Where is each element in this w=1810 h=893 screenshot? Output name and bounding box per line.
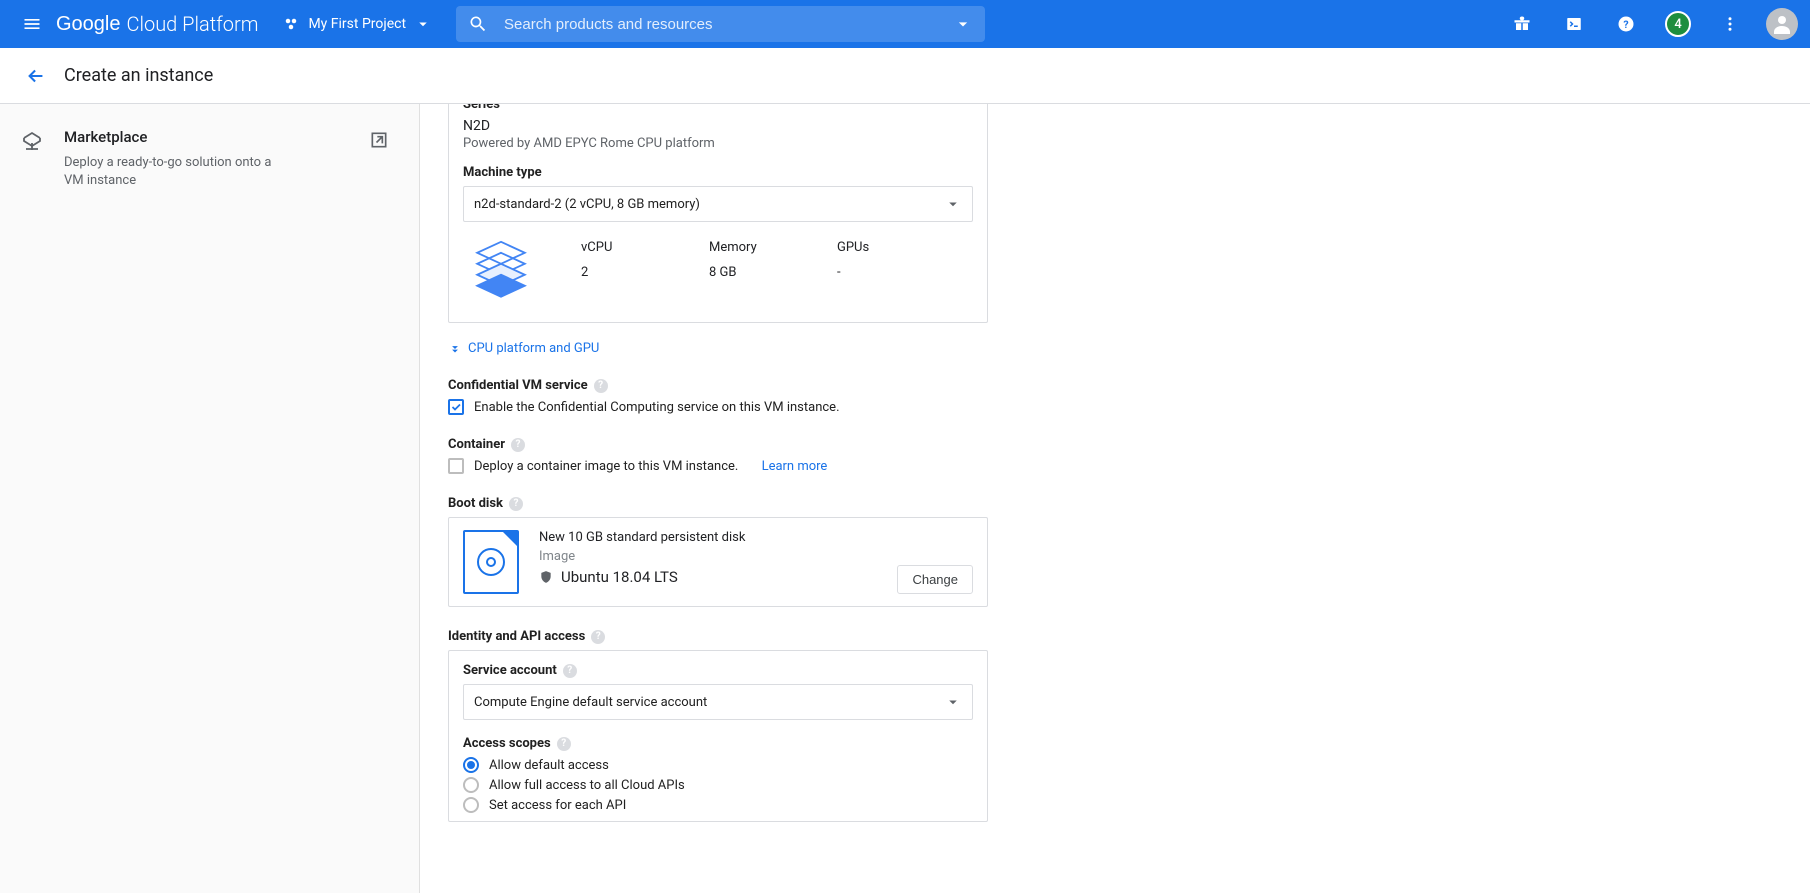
scope-full-radio[interactable] — [463, 777, 479, 793]
service-account-label: Service account ? — [463, 663, 973, 678]
series-value: N2D — [463, 118, 973, 134]
machine-type-value: n2d-standard-2 (2 vCPU, 8 GB memory) — [474, 197, 700, 212]
dropdown-arrow-icon — [414, 15, 432, 33]
nav-menu-icon[interactable] — [8, 0, 56, 48]
confidential-label: Confidential VM service ? — [448, 378, 988, 393]
left-panel: Marketplace Deploy a ready-to-go solutio… — [0, 104, 420, 893]
machine-config-box: Series N2D Powered by AMD EPYC Rome CPU … — [448, 104, 988, 323]
help-icon[interactable]: ? — [591, 630, 605, 644]
help-icon[interactable]: ? — [563, 664, 577, 678]
chevron-down-icon[interactable] — [953, 14, 973, 34]
help-icon[interactable]: ? — [509, 497, 523, 511]
gcp-logo[interactable]: Google Cloud Platform — [56, 12, 258, 36]
scope-default-radio[interactable] — [463, 757, 479, 773]
scope-default-label: Allow default access — [489, 758, 609, 773]
vcpu-header: vCPU — [581, 240, 661, 255]
gift-icon[interactable] — [1502, 0, 1542, 48]
container-check-label: Deploy a container image to this VM inst… — [474, 459, 738, 474]
search-bar[interactable] — [456, 6, 985, 42]
service-account-dropdown[interactable]: Compute Engine default service account — [463, 684, 973, 720]
boot-disk-icon — [463, 530, 519, 594]
service-account-value: Compute Engine default service account — [474, 695, 707, 710]
scope-each-label: Set access for each API — [489, 798, 626, 813]
help-icon[interactable]: ? — [557, 737, 571, 751]
marketplace-icon — [16, 128, 48, 154]
scope-full-label: Allow full access to all Cloud APIs — [489, 778, 685, 793]
boot-disk-box: New 10 GB standard persistent disk Image… — [448, 517, 988, 607]
identity-box: Service account ? Compute Engine default… — [448, 650, 988, 822]
open-external-icon[interactable] — [367, 128, 391, 152]
container-learn-more-link[interactable]: Learn more — [762, 459, 828, 474]
machine-type-dropdown[interactable]: n2d-standard-2 (2 vCPU, 8 GB memory) — [463, 186, 973, 222]
boot-image-label: Image — [539, 549, 877, 564]
help-icon[interactable]: ? — [1606, 0, 1646, 48]
cpu-platform-label: CPU platform and GPU — [468, 341, 599, 356]
boot-os-name: Ubuntu 18.04 LTS — [561, 568, 678, 586]
gpu-value: - — [837, 265, 917, 280]
boot-change-button[interactable]: Change — [897, 565, 973, 594]
top-bar: Google Cloud Platform My First Project ?… — [0, 0, 1810, 48]
project-name: My First Project — [308, 16, 406, 32]
series-sub: Powered by AMD EPYC Rome CPU platform — [463, 136, 973, 151]
notifications-badge[interactable]: 4 — [1658, 0, 1698, 48]
scope-each-radio[interactable] — [463, 797, 479, 813]
search-input[interactable] — [504, 16, 937, 33]
dropdown-arrow-icon — [944, 195, 962, 213]
marketplace-title[interactable]: Marketplace — [64, 128, 284, 146]
main-panel[interactable]: Series N2D Powered by AMD EPYC Rome CPU … — [420, 104, 1810, 893]
memory-value: 8 GB — [709, 265, 789, 280]
page-title: Create an instance — [64, 65, 213, 86]
chevron-double-down-icon — [448, 342, 462, 356]
cloud-shell-icon[interactable] — [1554, 0, 1594, 48]
notification-count: 4 — [1665, 11, 1691, 37]
gpu-header: GPUs — [837, 240, 917, 255]
back-arrow-icon[interactable] — [16, 56, 56, 96]
gcp-logo-cp: Cloud Platform — [127, 12, 259, 36]
page-header: Create an instance — [0, 48, 1810, 104]
machine-stack-icon — [469, 240, 533, 304]
boot-disk-title: New 10 GB standard persistent disk — [539, 530, 877, 545]
help-icon[interactable]: ? — [511, 438, 525, 452]
top-right-icons: ? 4 — [1502, 0, 1802, 48]
help-icon[interactable]: ? — [594, 379, 608, 393]
marketplace-desc: Deploy a ready-to-go solution onto a VM … — [64, 154, 284, 190]
gcp-logo-google: Google — [56, 13, 121, 36]
svg-text:?: ? — [1623, 18, 1628, 31]
identity-label: Identity and API access ? — [448, 629, 988, 644]
cpu-platform-expand[interactable]: CPU platform and GPU — [448, 341, 988, 356]
machine-type-label: Machine type — [463, 165, 973, 180]
more-vert-icon[interactable] — [1710, 0, 1750, 48]
shield-icon — [539, 569, 553, 585]
confidential-checkbox[interactable] — [448, 399, 464, 415]
dropdown-arrow-icon — [944, 693, 962, 711]
project-selector[interactable]: My First Project — [282, 15, 432, 33]
confidential-check-label: Enable the Confidential Computing servic… — [474, 400, 840, 415]
boot-disk-label: Boot disk ? — [448, 496, 988, 511]
access-scopes-label: Access scopes ? — [463, 736, 973, 751]
container-label: Container ? — [448, 437, 988, 452]
memory-header: Memory — [709, 240, 789, 255]
series-label: Series — [463, 104, 973, 112]
account-avatar[interactable] — [1762, 0, 1802, 48]
container-checkbox[interactable] — [448, 458, 464, 474]
search-icon — [468, 14, 488, 34]
vcpu-value: 2 — [581, 265, 661, 280]
machine-stats: vCPU 2 Memory 8 GB GPUs - — [463, 222, 973, 310]
